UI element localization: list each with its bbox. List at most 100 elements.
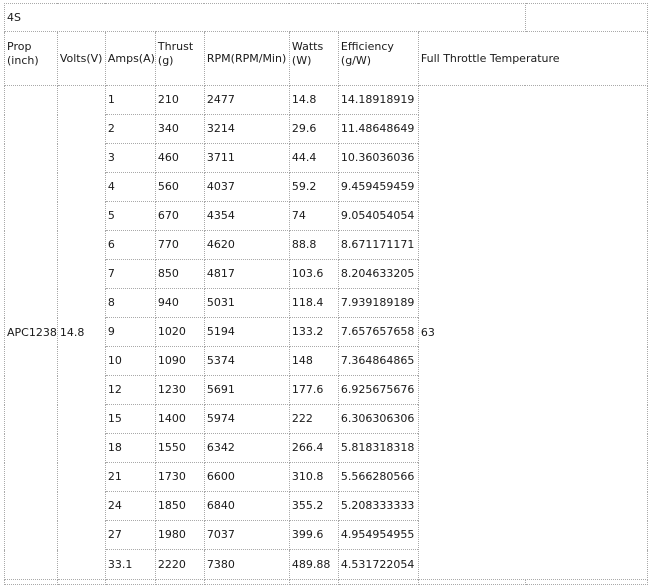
rpm-cell[interactable]: 6600 xyxy=(203,462,290,492)
efficiency-cell[interactable]: 5.818318318 xyxy=(337,433,419,463)
watts-cell[interactable]: 103.6 xyxy=(288,259,339,289)
rpm-cell[interactable]: 4037 xyxy=(203,172,290,202)
thrust-cell[interactable]: 1090 xyxy=(154,346,205,376)
thrust-cell[interactable]: 1230 xyxy=(154,375,205,405)
rpm-cell[interactable]: 4354 xyxy=(203,201,290,231)
rpm-cell[interactable]: 3214 xyxy=(203,114,290,144)
empty-cell[interactable] xyxy=(288,579,339,585)
thrust-cell[interactable]: 770 xyxy=(154,230,205,260)
efficiency-cell[interactable]: 11.48648649 xyxy=(337,114,419,144)
efficiency-cell[interactable]: 9.459459459 xyxy=(337,172,419,202)
watts-cell[interactable]: 14.8 xyxy=(288,85,339,115)
thrust-cell[interactable]: 340 xyxy=(154,114,205,144)
header-rpm[interactable]: RPM(RPM/Min) xyxy=(203,31,290,86)
thrust-cell[interactable]: 1400 xyxy=(154,404,205,434)
efficiency-cell[interactable]: 5.208333333 xyxy=(337,491,419,521)
header-efficiency[interactable]: Efficiency (g/W) xyxy=(337,31,419,86)
empty-cell[interactable] xyxy=(417,579,526,585)
efficiency-cell[interactable]: 6.306306306 xyxy=(337,404,419,434)
table-title-cell[interactable]: 4S xyxy=(4,3,526,32)
header-temperature[interactable]: Full Throttle Temperature xyxy=(417,31,648,86)
watts-cell[interactable]: 74 xyxy=(288,201,339,231)
efficiency-cell[interactable]: 7.364864865 xyxy=(337,346,419,376)
amps-cell[interactable]: 24 xyxy=(104,491,156,521)
amps-cell[interactable]: 10 xyxy=(104,346,156,376)
header-amps[interactable]: Amps(A) xyxy=(104,31,156,86)
rpm-cell[interactable]: 5974 xyxy=(203,404,290,434)
rpm-cell[interactable]: 7380 xyxy=(203,549,290,580)
rpm-cell[interactable]: 2477 xyxy=(203,85,290,115)
thrust-cell[interactable]: 460 xyxy=(154,143,205,173)
efficiency-cell[interactable]: 5.566280566 xyxy=(337,462,419,492)
empty-cell[interactable] xyxy=(524,3,648,32)
rpm-cell[interactable]: 5031 xyxy=(203,288,290,318)
watts-cell[interactable]: 118.4 xyxy=(288,288,339,318)
rpm-cell[interactable]: 4817 xyxy=(203,259,290,289)
thrust-cell[interactable]: 1020 xyxy=(154,317,205,347)
temperature-cell[interactable]: 63 xyxy=(417,85,648,580)
volts-cell[interactable]: 14.8 xyxy=(56,85,106,580)
efficiency-cell[interactable]: 9.054054054 xyxy=(337,201,419,231)
thrust-cell[interactable]: 850 xyxy=(154,259,205,289)
efficiency-cell[interactable]: 7.657657658 xyxy=(337,317,419,347)
amps-cell[interactable]: 1 xyxy=(104,85,156,115)
watts-cell[interactable]: 355.2 xyxy=(288,491,339,521)
watts-cell[interactable]: 29.6 xyxy=(288,114,339,144)
amps-cell[interactable]: 12 xyxy=(104,375,156,405)
thrust-cell[interactable]: 1980 xyxy=(154,520,205,550)
thrust-cell[interactable]: 670 xyxy=(154,201,205,231)
efficiency-cell[interactable]: 8.204633205 xyxy=(337,259,419,289)
thrust-cell[interactable]: 940 xyxy=(154,288,205,318)
watts-cell[interactable]: 148 xyxy=(288,346,339,376)
empty-cell[interactable] xyxy=(56,579,106,585)
watts-cell[interactable]: 266.4 xyxy=(288,433,339,463)
amps-cell[interactable]: 7 xyxy=(104,259,156,289)
watts-cell[interactable]: 59.2 xyxy=(288,172,339,202)
header-watts[interactable]: Watts (W) xyxy=(288,31,339,86)
empty-cell[interactable] xyxy=(154,579,205,585)
watts-cell[interactable]: 44.4 xyxy=(288,143,339,173)
header-thrust[interactable]: Thrust (g) xyxy=(154,31,205,86)
rpm-cell[interactable]: 4620 xyxy=(203,230,290,260)
efficiency-cell[interactable]: 4.954954955 xyxy=(337,520,419,550)
empty-cell[interactable] xyxy=(337,579,419,585)
rpm-cell[interactable]: 5691 xyxy=(203,375,290,405)
thrust-cell[interactable]: 210 xyxy=(154,85,205,115)
watts-cell[interactable]: 222 xyxy=(288,404,339,434)
rpm-cell[interactable]: 5194 xyxy=(203,317,290,347)
amps-cell[interactable]: 27 xyxy=(104,520,156,550)
watts-cell[interactable]: 177.6 xyxy=(288,375,339,405)
amps-cell[interactable]: 15 xyxy=(104,404,156,434)
thrust-cell[interactable]: 1730 xyxy=(154,462,205,492)
amps-cell[interactable]: 2 xyxy=(104,114,156,144)
efficiency-cell[interactable]: 4.531722054 xyxy=(337,549,419,580)
efficiency-cell[interactable]: 10.36036036 xyxy=(337,143,419,173)
amps-cell[interactable]: 4 xyxy=(104,172,156,202)
empty-cell[interactable] xyxy=(524,579,648,585)
watts-cell[interactable]: 88.8 xyxy=(288,230,339,260)
watts-cell[interactable]: 489.88 xyxy=(288,549,339,580)
efficiency-cell[interactable]: 8.671171171 xyxy=(337,230,419,260)
thrust-cell[interactable]: 1850 xyxy=(154,491,205,521)
amps-cell[interactable]: 8 xyxy=(104,288,156,318)
rpm-cell[interactable]: 6840 xyxy=(203,491,290,521)
header-prop[interactable]: Prop (inch) xyxy=(4,31,58,86)
efficiency-cell[interactable]: 6.925675676 xyxy=(337,375,419,405)
thrust-cell[interactable]: 1550 xyxy=(154,433,205,463)
amps-cell[interactable]: 6 xyxy=(104,230,156,260)
header-volts[interactable]: Volts(V) xyxy=(56,31,106,86)
watts-cell[interactable]: 399.6 xyxy=(288,520,339,550)
empty-cell[interactable] xyxy=(4,579,58,585)
rpm-cell[interactable]: 5374 xyxy=(203,346,290,376)
amps-cell[interactable]: 3 xyxy=(104,143,156,173)
efficiency-cell[interactable]: 14.18918919 xyxy=(337,85,419,115)
amps-cell[interactable]: 9 xyxy=(104,317,156,347)
amps-cell[interactable]: 33.1 xyxy=(104,549,156,580)
amps-cell[interactable]: 21 xyxy=(104,462,156,492)
thrust-cell[interactable]: 2220 xyxy=(154,549,205,580)
rpm-cell[interactable]: 7037 xyxy=(203,520,290,550)
amps-cell[interactable]: 5 xyxy=(104,201,156,231)
rpm-cell[interactable]: 6342 xyxy=(203,433,290,463)
watts-cell[interactable]: 310.8 xyxy=(288,462,339,492)
amps-cell[interactable]: 18 xyxy=(104,433,156,463)
